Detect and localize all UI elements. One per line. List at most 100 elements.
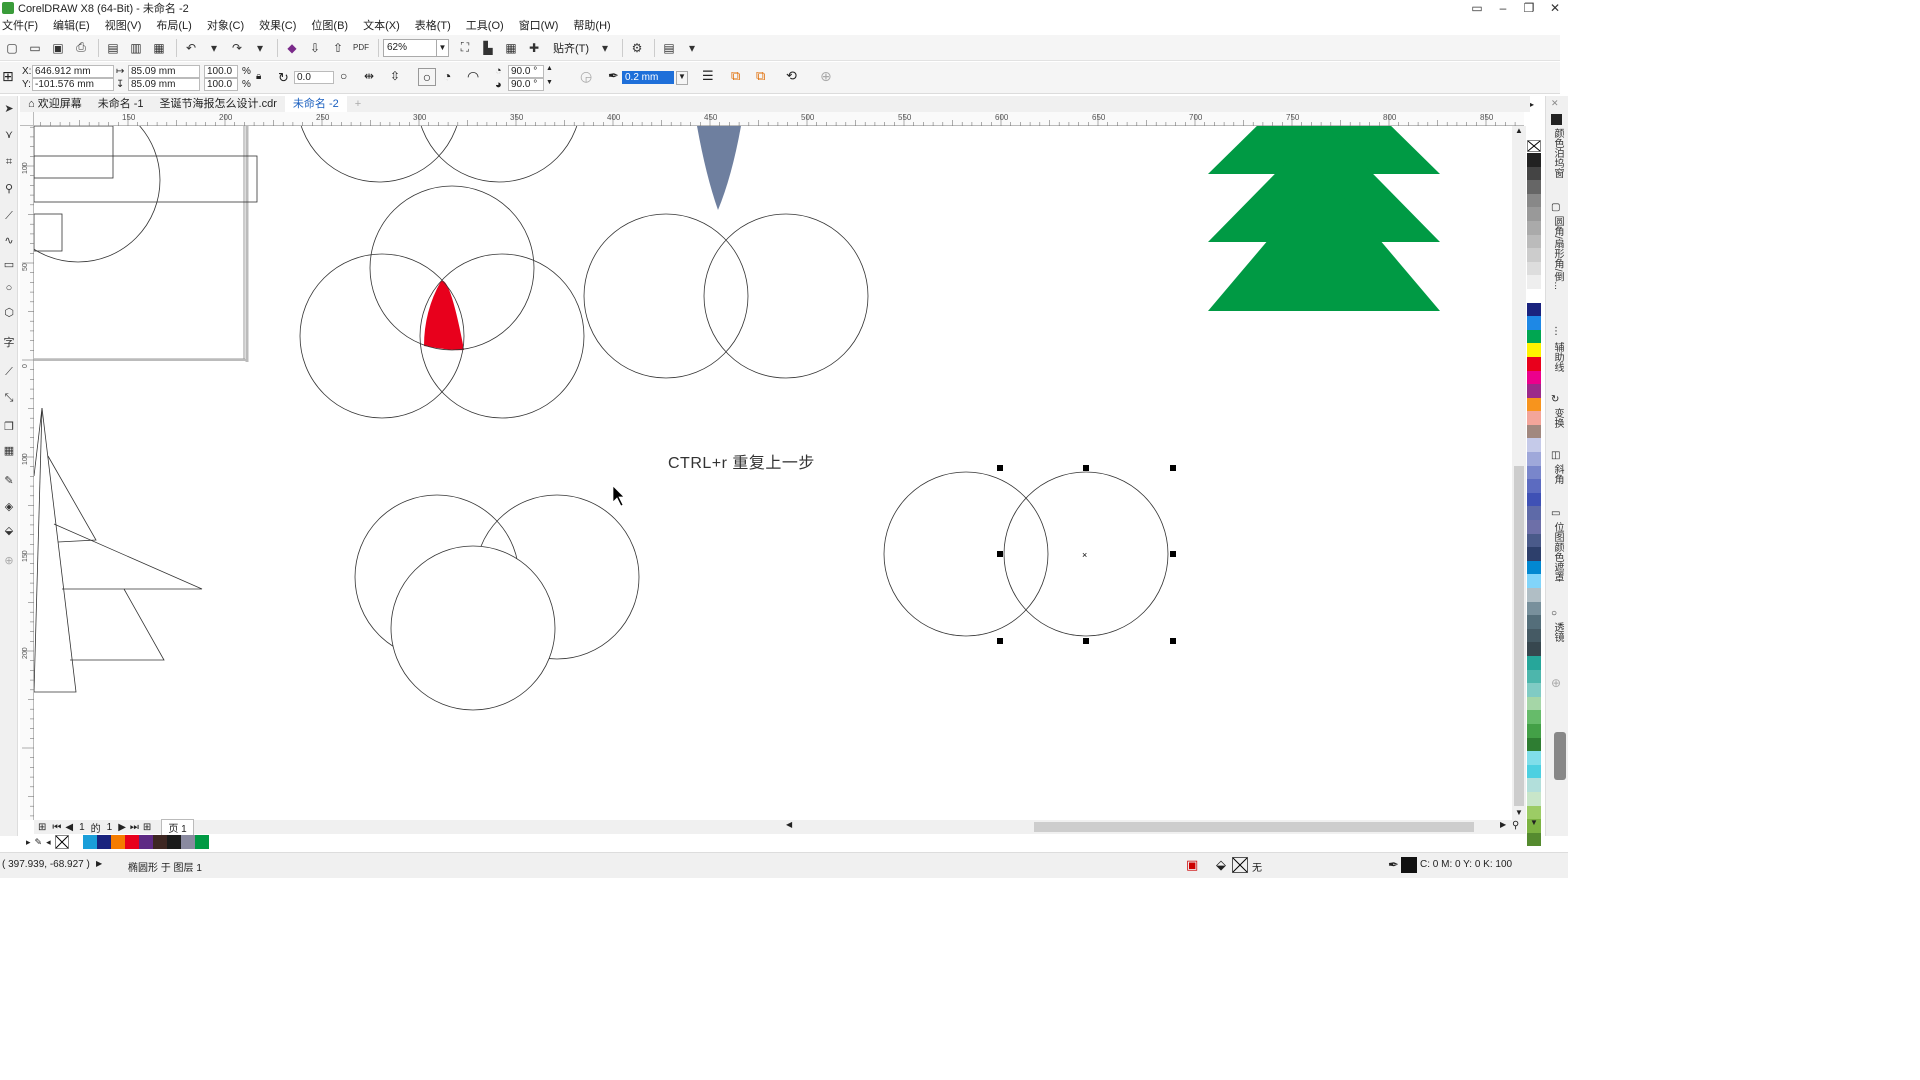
copy-icon[interactable]: ▥ [126,38,146,58]
handle-bottom-right[interactable] [1170,638,1176,644]
menu-help[interactable]: 帮助(H) [573,17,610,33]
handle-right[interactable] [1170,551,1176,557]
smart-fill-icon[interactable]: ⬙ [1,522,17,538]
launcher-dropdown-icon[interactable]: ▾ [682,38,702,58]
close-button[interactable]: ✕ [1542,0,1568,16]
ellipse-tool-icon[interactable]: ○ [1,280,17,296]
pie-mode-icon[interactable]: ◔ [443,68,451,84]
palette-menu-icon[interactable]: ▸ [26,837,31,848]
tree-line[interactable] [47,455,97,543]
handle-top-left[interactable] [997,465,1003,471]
wrap-text-icon[interactable]: ☰ [702,68,714,84]
color-swatch[interactable] [1527,560,1541,575]
color-swatch[interactable] [1527,588,1541,602]
color-swatch[interactable] [1527,574,1541,588]
palette-scroll-up-icon[interactable]: ▸ [1530,100,1534,109]
arc-mode-icon[interactable]: ◠ [467,68,479,85]
no-color-palette-icon[interactable] [1527,140,1541,152]
menu-text[interactable]: 文本(X) [363,17,400,33]
polygon-tool-icon[interactable]: ⬡ [1,304,17,320]
color-swatch[interactable] [1527,764,1541,779]
add-quick-customize-icon[interactable]: ⊕ [820,68,832,85]
center-marker-icon[interactable]: × [1082,550,1087,560]
artistic-media-icon[interactable]: ∿ [1,232,17,248]
close-docker-icon[interactable]: ✕ [1551,98,1559,109]
rotation-angle-input[interactable]: 0.0 [294,71,334,84]
width-input[interactable]: 85.09 mm [128,65,200,78]
x-position-input[interactable]: 646.912 mm [32,65,114,78]
add-page-before-icon[interactable]: ⊞ [38,822,46,833]
restore-to-window-button[interactable]: ▭ [1464,0,1490,16]
redo-icon[interactable]: ↷ [227,38,247,58]
minimize-button[interactable]: – [1490,0,1516,16]
show-guidelines-icon[interactable]: ✚ [524,38,544,58]
zoom-level-select[interactable]: 62% ▼ [383,38,449,57]
docker-tab-bevel[interactable]: 斜角 [1550,464,1565,484]
add-tool-icon[interactable]: ⊕ [1,552,17,568]
rectangle-tool-icon[interactable]: ▭ [1,256,17,272]
circle[interactable] [883,471,1049,637]
search-content-icon[interactable]: ◆ [282,38,302,58]
pick-tool-icon[interactable]: ➤ [1,100,17,116]
tree-line[interactable] [34,407,43,693]
color-swatch[interactable] [1527,723,1541,738]
previous-page-icon[interactable]: ◀ [65,822,73,833]
horizontal-scrollbar[interactable]: ◀ ▶ ⚲ [784,820,1526,834]
ruler-origin[interactable] [20,112,34,126]
tree-line[interactable] [34,407,77,693]
color-swatch[interactable] [124,835,139,849]
circle[interactable] [583,213,749,379]
add-page-after-icon[interactable]: ⊞ [143,822,151,833]
rotation-center-icon[interactable]: ○ [340,69,347,83]
color-swatch[interactable] [1527,424,1541,439]
handle-top[interactable] [1083,465,1089,471]
lock-ratio-icon[interactable]: 🔒︎ [256,71,261,82]
drop-shadow-icon[interactable]: ❐ [1,418,17,434]
color-swatch[interactable] [1527,655,1541,670]
tiny-rectangle[interactable] [34,213,63,252]
export-icon[interactable]: ⇧ [328,38,348,58]
menu-object[interactable]: 对象(C) [207,17,244,33]
color-swatch[interactable] [1527,166,1541,181]
navigator-zoom-icon[interactable]: ⚲ [1512,820,1519,831]
end-angle-input[interactable]: 90.0 ° [508,78,544,91]
menu-view[interactable]: 视图(V) [105,17,142,33]
shape-tool-icon[interactable]: ⋎ [1,126,17,142]
freehand-tool-icon[interactable]: ⟋ [1,208,17,224]
color-swatch[interactable] [1527,411,1541,425]
christmas-tree[interactable] [1208,126,1440,311]
horizontal-ruler[interactable]: 150 200 250 300 350 400 450 500 550 600 650 700 750 8… [34,112,1524,126]
open-folder-icon[interactable]: ▭ [25,38,45,58]
scroll-down-icon[interactable]: ▼ [1515,808,1523,817]
docker-tab-fillet[interactable]: 圆角/扇形角/倒... [1550,216,1565,290]
show-grid-icon[interactable]: ▦ [501,38,521,58]
maximize-button[interactable]: ❐ [1516,0,1542,16]
color-swatch[interactable] [1527,438,1541,453]
color-swatch[interactable] [1527,669,1541,684]
color-swatch[interactable] [1527,492,1541,507]
wide-rectangle[interactable] [34,155,258,203]
connector-tool-icon[interactable]: ⤡ [1,390,17,406]
snap-dropdown-icon[interactable]: ▾ [595,38,615,58]
scroll-up-icon[interactable]: ▲ [1515,126,1523,135]
color-swatch[interactable] [1527,710,1541,724]
menu-file[interactable]: 文件(F) [2,17,38,33]
color-swatch[interactable] [194,835,209,849]
color-swatch[interactable] [1527,452,1541,466]
color-swatch[interactable] [138,835,153,849]
snap-to-menu[interactable]: 贴齐(T) [553,40,589,56]
chevron-down-icon[interactable]: ▼ [436,39,448,56]
vertical-scroll-thumb[interactable] [1514,466,1524,806]
docker-collapse-handle[interactable] [1554,732,1566,780]
print-icon[interactable]: ⎙ [71,38,91,58]
circle-front[interactable] [390,545,556,711]
color-swatch[interactable] [1527,832,1541,847]
scale-y-input[interactable]: 100.0 [204,78,238,91]
color-swatch[interactable] [166,835,181,849]
crop-tool-icon[interactable]: ⌗ [1,154,17,170]
undo-icon[interactable]: ↶ [181,38,201,58]
start-angle-input[interactable]: 90.0 ° [508,65,544,78]
convert-to-curves-icon[interactable]: ⟲ [786,68,797,84]
vertical-scrollbar[interactable]: ▲ ▼ [1512,126,1526,820]
color-swatch[interactable] [1527,370,1541,385]
